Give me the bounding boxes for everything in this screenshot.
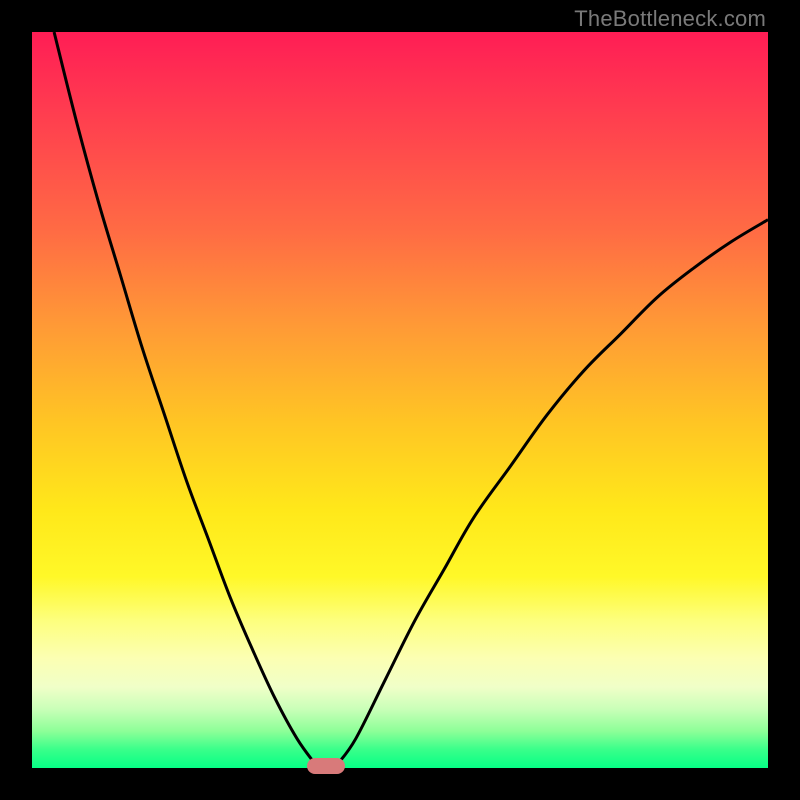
left-curve	[54, 32, 315, 764]
optimal-marker	[307, 758, 345, 774]
watermark-text: TheBottleneck.com	[574, 6, 766, 32]
bottleneck-curve	[32, 32, 768, 768]
plot-area	[32, 32, 768, 768]
right-curve	[337, 220, 768, 765]
chart-frame: TheBottleneck.com	[0, 0, 800, 800]
